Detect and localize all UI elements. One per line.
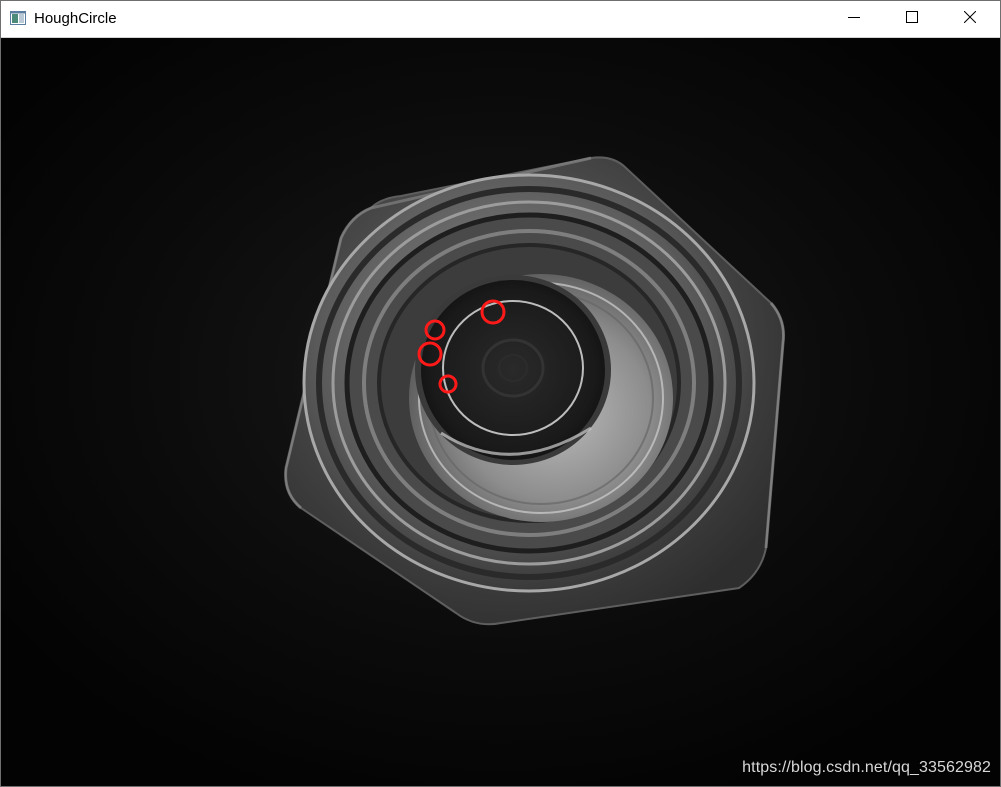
hough-circle-window: HoughCircle https://blog.csdn.net/qq_335…: [0, 0, 1001, 787]
close-button[interactable]: [941, 1, 999, 37]
nut-image: [1, 38, 1000, 786]
image-canvas: https://blog.csdn.net/qq_33562982: [1, 38, 1000, 786]
center-pin: [415, 275, 611, 465]
opencv-window-icon: [10, 11, 26, 25]
title-bar[interactable]: HoughCircle: [1, 1, 1000, 38]
close-icon: [963, 10, 977, 28]
maximize-icon: [906, 10, 918, 28]
maximize-button[interactable]: [883, 1, 941, 37]
minimize-button[interactable]: [825, 1, 883, 37]
watermark-url: https://blog.csdn.net/qq_33562982: [742, 759, 991, 776]
window-title: HoughCircle: [34, 10, 117, 27]
minimize-icon: [848, 10, 860, 28]
